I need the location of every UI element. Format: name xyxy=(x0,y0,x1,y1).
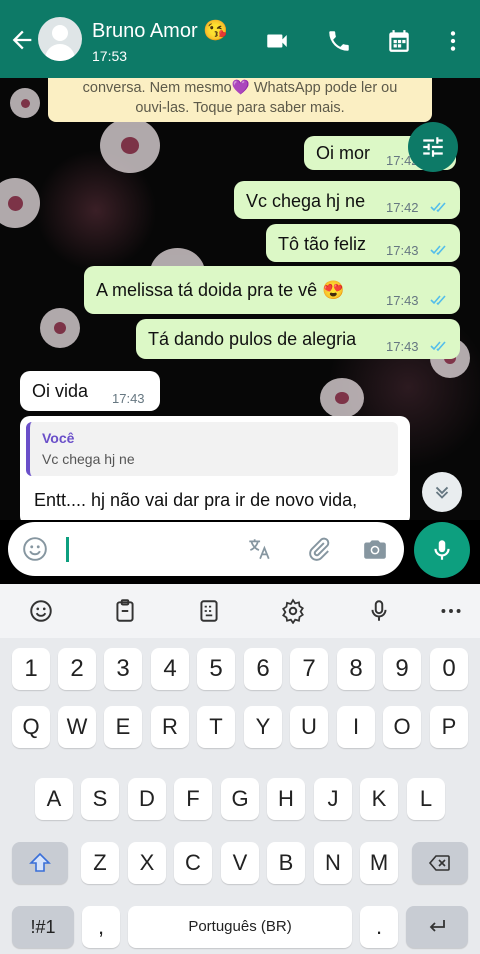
wallpaper-flower xyxy=(100,118,160,173)
backspace-key[interactable] xyxy=(412,842,468,884)
wallpaper-flower xyxy=(320,378,364,418)
key-letter[interactable]: C xyxy=(174,842,212,884)
read-ticks-icon xyxy=(430,295,446,306)
key-letter[interactable]: D xyxy=(128,778,166,820)
key-number[interactable]: 7 xyxy=(290,648,328,690)
back-arrow-icon[interactable] xyxy=(8,26,36,54)
last-seen-time: 17:53 xyxy=(92,48,128,64)
key-letter[interactable]: T xyxy=(197,706,235,748)
key-letter[interactable]: U xyxy=(290,706,328,748)
key-number[interactable]: 9 xyxy=(383,648,421,690)
message-outgoing[interactable]: Tô tão feliz 17:43 xyxy=(266,224,460,262)
mic-button[interactable] xyxy=(414,522,470,578)
reply-text: Entt.... hj não vai dar pra ir de novo v… xyxy=(34,490,358,510)
attach-icon[interactable] xyxy=(306,536,332,562)
wallpaper-flower xyxy=(0,178,40,228)
double-chevron-down-icon xyxy=(435,486,449,499)
key-letter[interactable]: M xyxy=(360,842,398,884)
message-input-bar[interactable] xyxy=(8,522,404,576)
more-icon[interactable] xyxy=(438,598,464,624)
key-letter[interactable]: P xyxy=(430,706,468,748)
wallpaper-flower xyxy=(40,308,80,348)
read-ticks-icon xyxy=(430,341,446,352)
message-incoming-reply[interactable]: Você Vc chega hj ne Entt.... hj não vai … xyxy=(20,416,410,520)
key-number[interactable]: 8 xyxy=(337,648,375,690)
key-letter[interactable]: N xyxy=(314,842,352,884)
calendar-icon[interactable] xyxy=(386,28,412,54)
key-letter[interactable]: O xyxy=(383,706,421,748)
more-options-icon[interactable] xyxy=(440,28,466,54)
key-number[interactable]: 0 xyxy=(430,648,468,690)
key-number[interactable]: 5 xyxy=(197,648,235,690)
key-number[interactable]: 3 xyxy=(104,648,142,690)
mic-icon xyxy=(434,540,450,560)
translate-icon[interactable] xyxy=(246,536,272,562)
contact-name[interactable]: Bruno Amor 😘 xyxy=(92,18,228,43)
chat-header: Bruno Amor 😘 17:53 xyxy=(0,0,480,78)
quoted-message[interactable]: Você Vc chega hj ne xyxy=(26,422,398,476)
key-letter[interactable]: W xyxy=(58,706,96,748)
key-letter[interactable]: Y xyxy=(244,706,282,748)
key-letter[interactable]: I xyxy=(337,706,375,748)
enter-icon xyxy=(429,920,445,932)
settings-icon[interactable] xyxy=(280,598,306,624)
key-letter[interactable]: H xyxy=(267,778,305,820)
key-letter[interactable]: B xyxy=(267,842,305,884)
key-letter[interactable]: K xyxy=(360,778,398,820)
clipboard-icon[interactable] xyxy=(112,598,138,624)
chat-filter-button[interactable] xyxy=(408,122,458,172)
key-letter[interactable]: Z xyxy=(81,842,119,884)
message-incoming[interactable]: Oi vida 17:43 xyxy=(20,371,160,411)
symbols-key[interactable]: !#1 xyxy=(12,906,74,948)
comma-key[interactable]: , xyxy=(82,906,120,948)
wallpaper-flower xyxy=(10,88,40,118)
key-letter[interactable]: R xyxy=(151,706,189,748)
read-ticks-icon xyxy=(430,202,446,213)
keyboard-mode-icon[interactable] xyxy=(196,598,222,624)
key-letter[interactable]: A xyxy=(35,778,73,820)
key-number[interactable]: 6 xyxy=(244,648,282,690)
message-outgoing[interactable]: Tá dando pulos de alegria 17:43 xyxy=(136,319,460,359)
avatar[interactable] xyxy=(38,17,82,61)
read-ticks-icon xyxy=(430,245,446,256)
key-number[interactable]: 2 xyxy=(58,648,96,690)
emoji-keyboard-icon[interactable] xyxy=(28,598,54,624)
key-letter[interactable]: V xyxy=(221,842,259,884)
emoji-icon[interactable] xyxy=(22,536,48,562)
key-letter[interactable]: F xyxy=(174,778,212,820)
space-key[interactable]: Português (BR) xyxy=(128,906,352,948)
text-cursor xyxy=(66,537,69,562)
backspace-icon xyxy=(428,855,450,871)
key-letter[interactable]: E xyxy=(104,706,142,748)
shift-key[interactable] xyxy=(12,842,68,884)
key-number[interactable]: 4 xyxy=(151,648,189,690)
message-outgoing[interactable]: A melissa tá doida pra te vê 😍 17:43 xyxy=(84,266,460,314)
key-number[interactable]: 1 xyxy=(12,648,50,690)
key-letter[interactable]: J xyxy=(314,778,352,820)
message-outgoing[interactable]: Vc chega hj ne 17:42 xyxy=(234,181,460,219)
key-letter[interactable]: S xyxy=(81,778,119,820)
key-letter[interactable]: L xyxy=(407,778,445,820)
scroll-to-bottom-button[interactable] xyxy=(422,472,462,512)
camera-icon[interactable] xyxy=(362,536,388,562)
key-letter[interactable]: G xyxy=(221,778,259,820)
voice-call-icon[interactable] xyxy=(326,28,352,54)
shift-arrow-icon xyxy=(29,852,51,872)
keyboard: 1 2 3 4 5 6 7 8 9 0 Q W E R T Y U I O P … xyxy=(0,584,480,954)
voice-input-icon[interactable] xyxy=(366,598,392,624)
key-letter[interactable]: X xyxy=(128,842,166,884)
tune-icon xyxy=(423,137,443,157)
video-call-icon[interactable] xyxy=(264,28,290,54)
period-key[interactable]: . xyxy=(360,906,398,948)
keyboard-toolbar xyxy=(0,584,480,638)
key-letter[interactable]: Q xyxy=(12,706,50,748)
enter-key[interactable] xyxy=(406,906,468,948)
chat-area[interactable]: conversa. Nem mesmo💜 WhatsApp pode ler o… xyxy=(0,78,480,520)
encryption-notice[interactable]: conversa. Nem mesmo💜 WhatsApp pode ler o… xyxy=(48,78,432,122)
